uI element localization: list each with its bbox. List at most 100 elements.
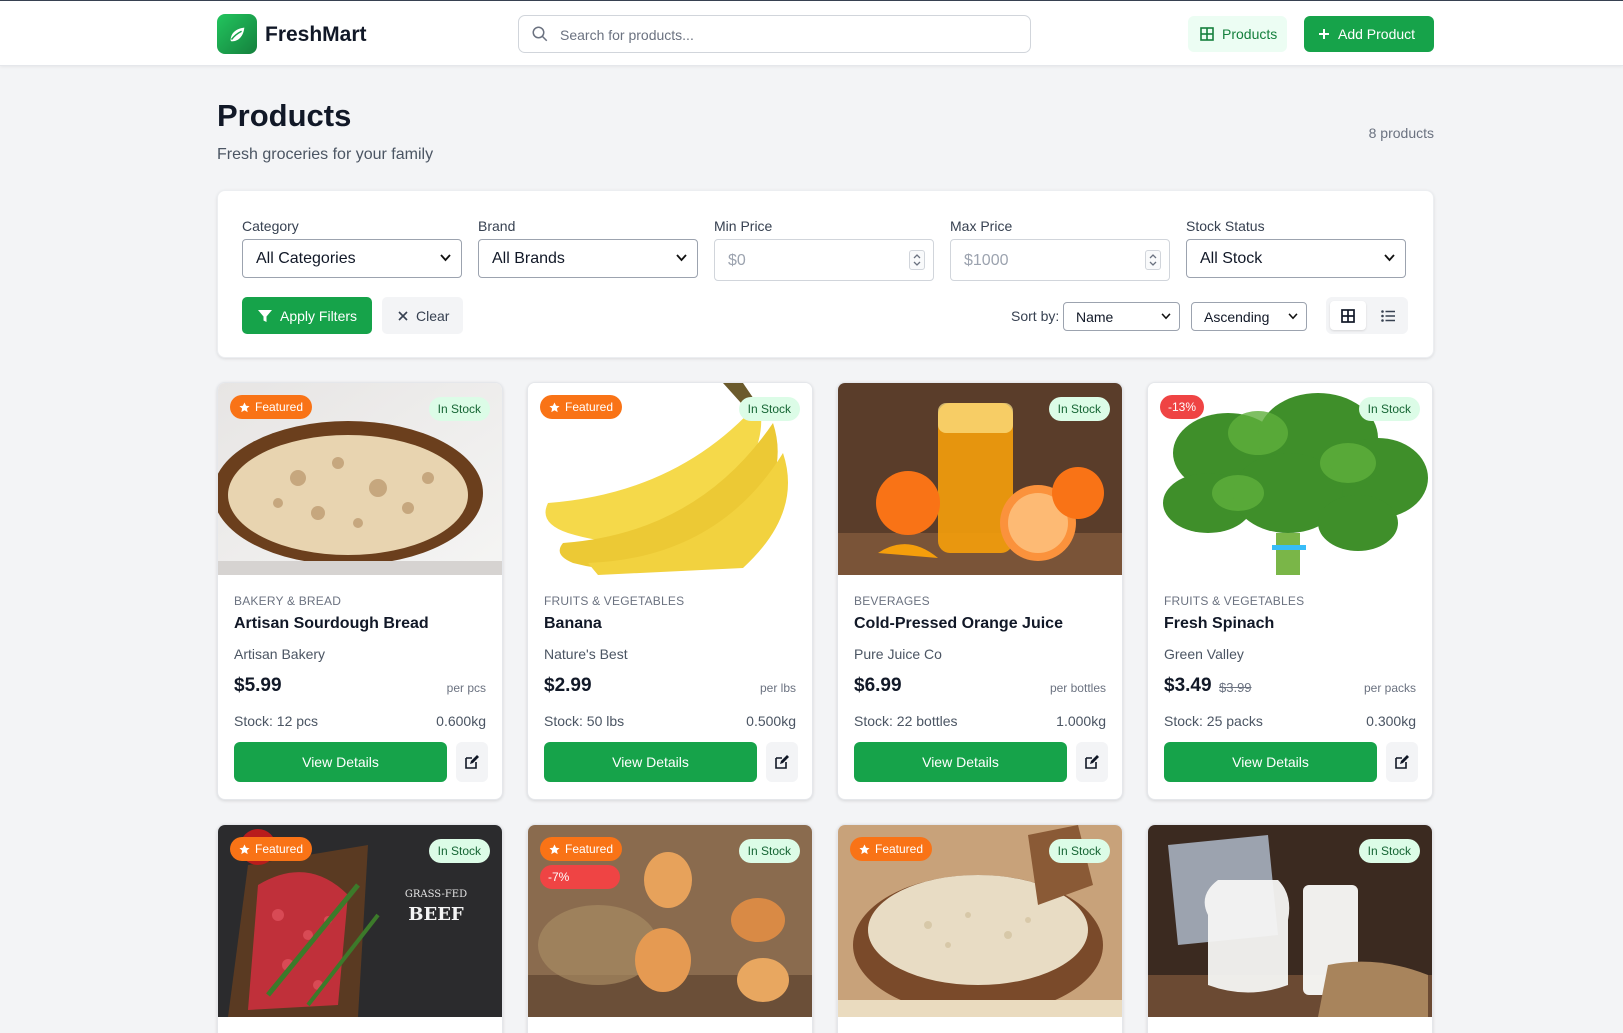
chevron-down-icon — [1288, 313, 1298, 320]
product-count: 8 products — [1368, 125, 1434, 141]
filter-icon — [258, 309, 272, 322]
product-unit: per pcs — [446, 681, 486, 695]
edit-icon — [775, 755, 789, 769]
nav-products-button[interactable]: Products — [1188, 16, 1287, 52]
edit-button[interactable] — [1076, 742, 1108, 782]
product-name[interactable]: Cold-Pressed Orange Juice — [854, 615, 1063, 633]
product-price: $2.99 — [544, 675, 592, 696]
view-details-button[interactable]: View Details — [544, 742, 757, 782]
sort-field-select[interactable]: Name — [1063, 302, 1180, 331]
featured-badge: Featured — [850, 837, 933, 861]
featured-badge: Featured — [230, 837, 313, 861]
list-view-button[interactable] — [1370, 301, 1406, 330]
in-stock-badge: In Stock — [1358, 397, 1420, 421]
grid-view-button[interactable] — [1330, 301, 1366, 330]
product-price: $6.99 — [854, 675, 902, 696]
product-card[interactable]: In Stock — [1147, 824, 1433, 1033]
featured-badge-label: Featured — [565, 842, 614, 856]
product-card[interactable]: Featured In Stock — [837, 824, 1123, 1033]
product-card[interactable]: GRASS-FED BEEF Featured In Stock — [217, 824, 503, 1033]
stock-status-select[interactable]: All Stock — [1186, 239, 1406, 278]
beef-logo-text: BEEF — [408, 904, 464, 925]
featured-badge-label: Featured — [255, 842, 304, 856]
product-stock: Stock: 22 bottles — [854, 713, 958, 729]
edit-button[interactable] — [1386, 742, 1418, 782]
product-unit: per bottles — [1049, 681, 1106, 695]
brand-label: Brand — [478, 218, 516, 234]
search-placeholder: Search for products... — [560, 27, 694, 43]
product-category: BEVERAGES — [854, 594, 930, 608]
featured-badge-label: Featured — [255, 400, 304, 414]
product-weight: 0.600kg — [436, 713, 486, 729]
product-price: $5.99 — [234, 675, 282, 696]
grid-icon — [1200, 27, 1214, 41]
featured-badge: Featured — [540, 837, 623, 861]
product-card[interactable]: Featured -7% In Stock — [527, 824, 813, 1033]
in-stock-badge: In Stock — [428, 839, 490, 863]
sort-order-select[interactable]: Ascending — [1191, 302, 1307, 331]
brand-select[interactable]: All Brands — [478, 239, 698, 278]
min-price-input[interactable]: $0 — [714, 239, 934, 281]
product-card[interactable]: In Stock BEVERAGES Cold-Pressed Orange J… — [837, 382, 1123, 800]
product-weight: 0.500kg — [746, 713, 796, 729]
nav-products-label: Products — [1222, 26, 1278, 42]
min-price-label: Min Price — [714, 218, 773, 234]
category-select[interactable]: All Categories — [242, 239, 462, 278]
product-name[interactable]: Fresh Spinach — [1164, 615, 1274, 633]
product-category: FRUITS & VEGETABLES — [1164, 594, 1305, 608]
product-stock: Stock: 25 packs — [1164, 713, 1263, 729]
add-product-label: Add Product — [1338, 26, 1416, 42]
product-name[interactable]: Banana — [544, 615, 602, 633]
in-stock-badge: In Stock — [738, 397, 800, 421]
grid-icon — [1341, 308, 1355, 323]
stock-status-value: All Stock — [1200, 250, 1263, 267]
view-toggle — [1326, 297, 1408, 334]
view-details-button[interactable]: View Details — [1164, 742, 1377, 782]
page-subtitle: Fresh groceries for your family — [217, 146, 434, 163]
product-brand: Green Valley — [1164, 646, 1244, 662]
search-input[interactable]: Search for products... — [518, 15, 1031, 53]
brand-name[interactable]: FreshMart — [265, 23, 367, 47]
stepper-icon[interactable] — [1145, 250, 1161, 270]
sort-label: Sort by: — [1011, 308, 1060, 324]
max-price-input[interactable]: $1000 — [950, 239, 1170, 281]
page-title: Products — [217, 98, 352, 133]
list-icon — [1381, 309, 1395, 322]
top-header: FreshMart Search for products... Product… — [0, 0, 1623, 66]
product-stock: Stock: 12 pcs — [234, 713, 319, 729]
product-card[interactable]: -13% In Stock FRUITS & VEGETABLES Fresh … — [1147, 382, 1433, 800]
apply-filters-button[interactable]: Apply Filters — [242, 297, 372, 334]
clear-filters-button[interactable]: Clear — [382, 297, 463, 334]
product-brand: Nature's Best — [544, 646, 628, 662]
beef-logo-text-top: GRASS-FED — [405, 889, 467, 900]
product-name[interactable]: Artisan Sourdough Bread — [234, 615, 429, 633]
featured-badge: Featured — [230, 395, 313, 419]
product-unit: per lbs — [759, 681, 796, 695]
stock-status-label: Stock Status — [1186, 218, 1265, 234]
sort-field-value: Name — [1076, 309, 1114, 325]
product-category: FRUITS & VEGETABLES — [544, 594, 685, 608]
clear-filters-label: Clear — [416, 307, 450, 324]
product-card[interactable]: Featured In Stock FRUITS & VEGETABLES Ba… — [527, 382, 813, 800]
in-stock-badge: In Stock — [1048, 397, 1110, 421]
product-price: $3.49 — [1164, 675, 1212, 696]
product-card[interactable]: Featured In Stock BAKERY & BREAD Artisan… — [217, 382, 503, 800]
star-icon — [549, 843, 560, 854]
leaf-logo-icon[interactable] — [217, 14, 257, 54]
discount-badge: -13% — [1160, 395, 1205, 419]
add-product-button[interactable]: Add Product — [1304, 16, 1434, 52]
stepper-icon[interactable] — [909, 250, 925, 270]
featured-badge-label: Featured — [565, 400, 614, 414]
view-details-button[interactable]: View Details — [234, 742, 447, 782]
star-icon — [239, 401, 250, 412]
close-icon — [398, 310, 408, 321]
featured-badge-label: Featured — [875, 842, 924, 856]
chevron-down-icon — [1384, 254, 1395, 262]
star-icon — [549, 401, 560, 412]
edit-button[interactable] — [456, 742, 488, 782]
in-stock-badge: In Stock — [738, 839, 800, 863]
product-brand: Artisan Bakery — [234, 646, 326, 662]
view-details-button[interactable]: View Details — [854, 742, 1067, 782]
edit-button[interactable] — [766, 742, 798, 782]
chevron-down-icon — [440, 254, 451, 262]
